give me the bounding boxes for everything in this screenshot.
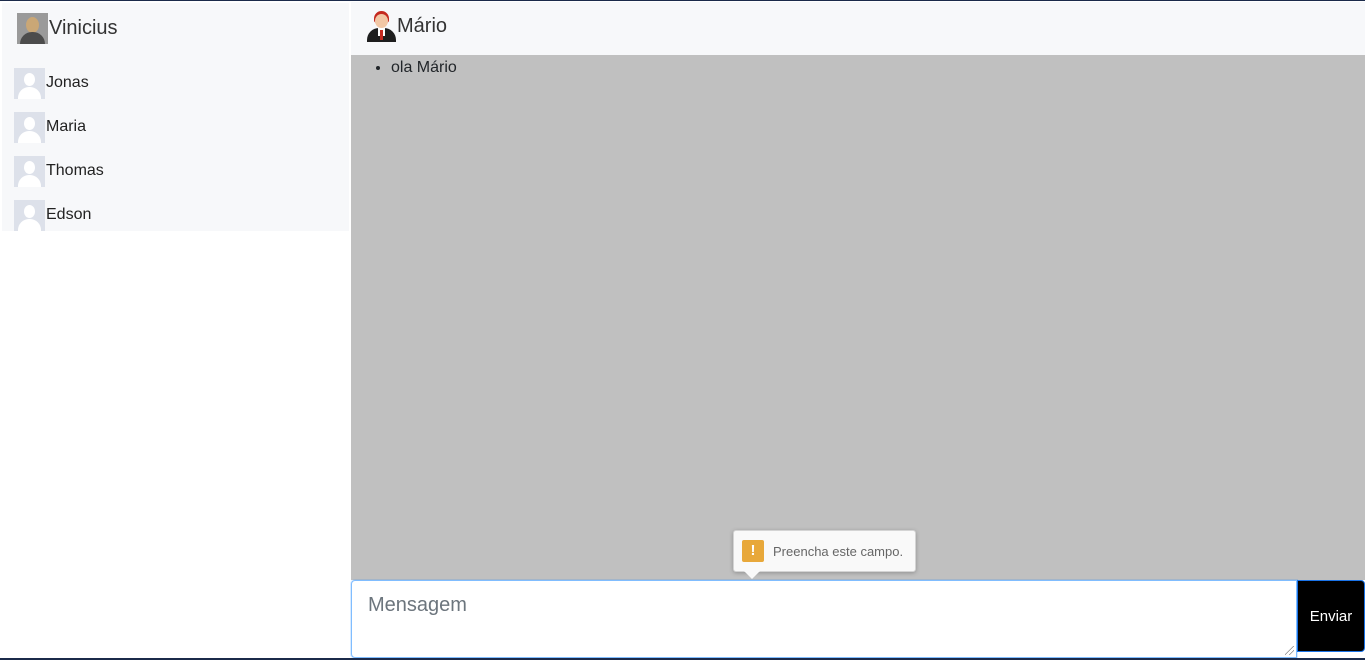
default-avatar-icon (14, 67, 45, 99)
message-item: ola Mário (391, 59, 457, 77)
tooltip-arrow (744, 571, 760, 579)
chat-peer: Mário (366, 11, 447, 42)
contact-name: Jonas (46, 74, 89, 91)
contact-list: Jonas Maria Thomas Edson (14, 61, 344, 237)
exclamation-icon: ! (742, 540, 764, 562)
message-input-wrapper (351, 580, 1297, 658)
contacts-sidebar: Vinicius Jonas Maria Thomas Edson (2, 3, 349, 231)
contact-item-maria[interactable]: Maria (14, 105, 344, 149)
message-area: ola Mário (351, 55, 1365, 580)
current-user: Vinicius (17, 12, 118, 44)
contact-name: Thomas (46, 162, 104, 179)
message-list: ola Mário (391, 59, 457, 77)
validation-tooltip: ! Preencha este campo. (733, 530, 916, 579)
chat-peer-name: Mário (397, 15, 448, 37)
send-button[interactable]: Enviar (1297, 580, 1365, 652)
businessman-avatar-icon (366, 11, 397, 42)
message-input[interactable] (352, 581, 1296, 657)
user-avatar-icon (17, 12, 48, 44)
default-avatar-icon (14, 155, 45, 187)
current-user-name: Vinicius (49, 16, 118, 39)
default-avatar-icon (14, 111, 45, 143)
top-border (0, 0, 1365, 1)
contact-name: Edson (46, 206, 92, 223)
contact-item-edson[interactable]: Edson (14, 193, 344, 237)
default-avatar-icon (14, 199, 45, 231)
validation-message: Preencha este campo. (773, 543, 904, 559)
resize-handle[interactable] (1285, 646, 1294, 655)
contact-name: Maria (46, 118, 87, 135)
contact-item-thomas[interactable]: Thomas (14, 149, 344, 193)
contact-item-jonas[interactable]: Jonas (14, 61, 344, 105)
chat-header: Mário (351, 2, 1365, 55)
